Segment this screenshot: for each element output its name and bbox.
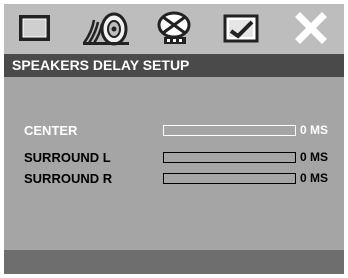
delay-slider[interactable] <box>163 173 296 184</box>
delay-slider[interactable] <box>163 152 296 163</box>
speaker-icon[interactable] <box>82 10 130 46</box>
row-value: 0 MS <box>300 123 329 137</box>
preference-icon[interactable] <box>220 10 262 46</box>
dolby-icon[interactable] <box>154 10 196 46</box>
row-label: CENTER <box>24 123 78 138</box>
row-label: SURROUND R <box>24 171 113 186</box>
row-value: 0 MS <box>300 150 329 164</box>
footer-bar <box>4 250 344 274</box>
monitor-icon[interactable] <box>16 10 56 46</box>
delay-row-surround-l[interactable]: SURROUND L 0 MS <box>24 149 340 166</box>
page-title: SPEAKERS DELAY SETUP <box>4 54 344 77</box>
row-value: 0 MS <box>300 171 329 185</box>
delay-row-surround-r[interactable]: SURROUND R 0 MS <box>24 170 340 187</box>
delay-row-center[interactable]: CENTER 0 MS <box>24 122 340 139</box>
menu-tab-bar <box>4 4 344 54</box>
row-label: SURROUND L <box>24 150 111 165</box>
setup-menu-panel: SPEAKERS DELAY SETUP CENTER 0 MS SURROUN… <box>4 4 344 274</box>
delay-slider[interactable] <box>163 125 296 136</box>
close-icon[interactable] <box>294 10 328 46</box>
